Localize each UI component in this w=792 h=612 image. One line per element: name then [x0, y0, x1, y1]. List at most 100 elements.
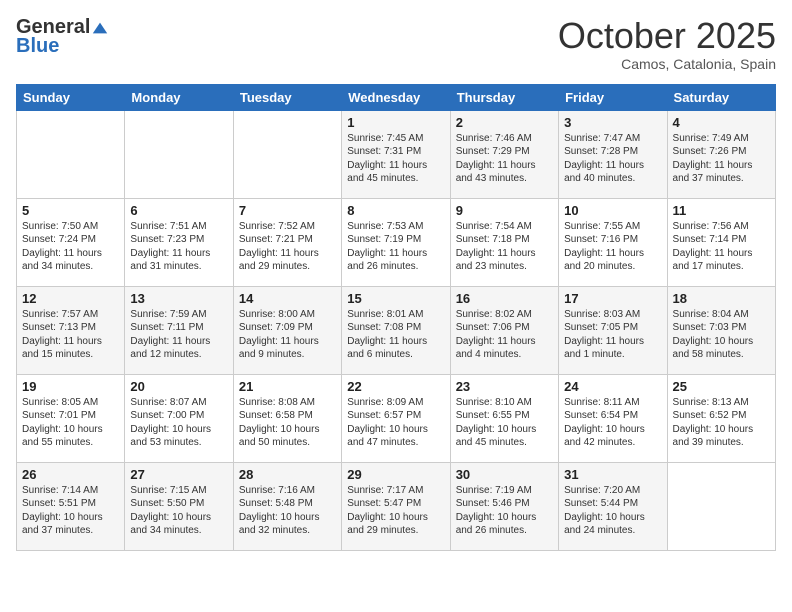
calendar-cell: 26 Sunrise: 7:14 AM Sunset: 5:51 PM Dayli… [17, 462, 125, 550]
day-number: 5 [22, 203, 119, 218]
calendar-cell [17, 110, 125, 198]
location: Camos, Catalonia, Spain [558, 56, 776, 72]
calendar-cell [667, 462, 775, 550]
day-info: Sunrise: 7:57 AM Sunset: 7:13 PM Dayligh… [22, 308, 119, 362]
calendar-week-3: 12 Sunrise: 7:57 AM Sunset: 7:13 PM Dayli… [17, 286, 776, 374]
header-tuesday: Tuesday [233, 84, 341, 110]
day-number: 11 [673, 203, 770, 218]
calendar-cell: 9 Sunrise: 7:54 AM Sunset: 7:18 PM Daylig… [450, 198, 558, 286]
day-info: Sunrise: 8:04 AM Sunset: 7:03 PM Dayligh… [673, 308, 770, 362]
calendar-week-5: 26 Sunrise: 7:14 AM Sunset: 5:51 PM Dayli… [17, 462, 776, 550]
calendar-cell: 22 Sunrise: 8:09 AM Sunset: 6:57 PM Dayli… [342, 374, 450, 462]
day-number: 10 [564, 203, 661, 218]
calendar-cell: 15Sunrise: 8:01 AM Sunset: 7:08 PM Dayli… [342, 286, 450, 374]
day-info: Sunrise: 8:13 AM Sunset: 6:52 PM Dayligh… [673, 396, 770, 450]
day-info: Sunrise: 7:19 AM Sunset: 5:46 PM Dayligh… [456, 484, 553, 538]
calendar-cell: 17 Sunrise: 8:03 AM Sunset: 7:05 PM Dayli… [559, 286, 667, 374]
day-info: Sunrise: 7:49 AM Sunset: 7:26 PM Dayligh… [673, 132, 770, 186]
day-info: Sunrise: 7:46 AM Sunset: 7:29 PM Dayligh… [456, 132, 553, 186]
calendar-cell: 19Sunrise: 8:05 AM Sunset: 7:01 PM Dayli… [17, 374, 125, 462]
calendar-cell: 11 Sunrise: 7:56 AM Sunset: 7:14 PM Dayli… [667, 198, 775, 286]
day-info: Sunrise: 7:45 AM Sunset: 7:31 PM Dayligh… [347, 132, 444, 186]
day-info: Sunrise: 7:17 AM Sunset: 5:47 PM Dayligh… [347, 484, 444, 538]
logo-icon [91, 19, 109, 37]
calendar-cell: 4 Sunrise: 7:49 AM Sunset: 7:26 PM Daylig… [667, 110, 775, 198]
day-number: 22 [347, 379, 444, 394]
day-info: Sunrise: 7:51 AM Sunset: 7:23 PM Dayligh… [130, 220, 227, 274]
day-info: Sunrise: 7:16 AM Sunset: 5:48 PM Dayligh… [239, 484, 336, 538]
day-info: Sunrise: 8:10 AM Sunset: 6:55 PM Dayligh… [456, 396, 553, 450]
day-info: Sunrise: 8:11 AM Sunset: 6:54 PM Dayligh… [564, 396, 661, 450]
calendar-cell: 6 Sunrise: 7:51 AM Sunset: 7:23 PM Daylig… [125, 198, 233, 286]
day-info: Sunrise: 7:59 AM Sunset: 7:11 PM Dayligh… [130, 308, 227, 362]
calendar-cell: 29 Sunrise: 7:17 AM Sunset: 5:47 PM Dayli… [342, 462, 450, 550]
day-info: Sunrise: 7:14 AM Sunset: 5:51 PM Dayligh… [22, 484, 119, 538]
day-number: 24 [564, 379, 661, 394]
calendar-table: SundayMondayTuesdayWednesdayThursdayFrid… [16, 84, 776, 551]
header-friday: Friday [559, 84, 667, 110]
day-number: 16 [456, 291, 553, 306]
calendar-cell: 16 Sunrise: 8:02 AM Sunset: 7:06 PM Dayli… [450, 286, 558, 374]
header-wednesday: Wednesday [342, 84, 450, 110]
day-info: Sunrise: 7:20 AM Sunset: 5:44 PM Dayligh… [564, 484, 661, 538]
day-number: 27 [130, 467, 227, 482]
day-number: 19 [22, 379, 119, 394]
logo-blue-text: Blue [16, 35, 59, 57]
calendar-cell: 14 Sunrise: 8:00 AM Sunset: 7:09 PM Dayli… [233, 286, 341, 374]
calendar-cell: 13 Sunrise: 7:59 AM Sunset: 7:11 PM Dayli… [125, 286, 233, 374]
day-number: 13 [130, 291, 227, 306]
calendar-cell: 30 Sunrise: 7:19 AM Sunset: 5:46 PM Dayli… [450, 462, 558, 550]
calendar-cell: 10 Sunrise: 7:55 AM Sunset: 7:16 PM Dayli… [559, 198, 667, 286]
day-number: 9 [456, 203, 553, 218]
day-number: 6 [130, 203, 227, 218]
day-number: 31 [564, 467, 661, 482]
calendar-cell: 8Sunrise: 7:53 AM Sunset: 7:19 PM Daylig… [342, 198, 450, 286]
day-number: 14 [239, 291, 336, 306]
day-info: Sunrise: 8:09 AM Sunset: 6:57 PM Dayligh… [347, 396, 444, 450]
calendar-cell: 12 Sunrise: 7:57 AM Sunset: 7:13 PM Dayli… [17, 286, 125, 374]
calendar-cell: 1Sunrise: 7:45 AM Sunset: 7:31 PM Daylig… [342, 110, 450, 198]
day-number: 29 [347, 467, 444, 482]
calendar-cell: 23 Sunrise: 8:10 AM Sunset: 6:55 PM Dayli… [450, 374, 558, 462]
day-info: Sunrise: 7:54 AM Sunset: 7:18 PM Dayligh… [456, 220, 553, 274]
day-number: 12 [22, 291, 119, 306]
day-number: 23 [456, 379, 553, 394]
day-number: 21 [239, 379, 336, 394]
calendar-week-4: 19Sunrise: 8:05 AM Sunset: 7:01 PM Dayli… [17, 374, 776, 462]
calendar-cell: 27 Sunrise: 7:15 AM Sunset: 5:50 PM Dayli… [125, 462, 233, 550]
day-info: Sunrise: 8:08 AM Sunset: 6:58 PM Dayligh… [239, 396, 336, 450]
calendar-cell: 31 Sunrise: 7:20 AM Sunset: 5:44 PM Dayli… [559, 462, 667, 550]
day-info: Sunrise: 8:03 AM Sunset: 7:05 PM Dayligh… [564, 308, 661, 362]
day-number: 28 [239, 467, 336, 482]
day-number: 7 [239, 203, 336, 218]
day-info: Sunrise: 7:50 AM Sunset: 7:24 PM Dayligh… [22, 220, 119, 274]
calendar-cell: 3Sunrise: 7:47 AM Sunset: 7:28 PM Daylig… [559, 110, 667, 198]
calendar-cell: 28 Sunrise: 7:16 AM Sunset: 5:48 PM Dayli… [233, 462, 341, 550]
day-info: Sunrise: 7:15 AM Sunset: 5:50 PM Dayligh… [130, 484, 227, 538]
header-saturday: Saturday [667, 84, 775, 110]
day-info: Sunrise: 8:00 AM Sunset: 7:09 PM Dayligh… [239, 308, 336, 362]
header-monday: Monday [125, 84, 233, 110]
calendar-cell: 18 Sunrise: 8:04 AM Sunset: 7:03 PM Dayli… [667, 286, 775, 374]
day-info: Sunrise: 8:02 AM Sunset: 7:06 PM Dayligh… [456, 308, 553, 362]
day-number: 17 [564, 291, 661, 306]
page-header: General Blue October 2025 Camos, Catalon… [16, 16, 776, 72]
title-block: October 2025 Camos, Catalonia, Spain [558, 16, 776, 72]
calendar-cell: 25Sunrise: 8:13 AM Sunset: 6:52 PM Dayli… [667, 374, 775, 462]
day-number: 3 [564, 115, 661, 130]
calendar-cell: 20Sunrise: 8:07 AM Sunset: 7:00 PM Dayli… [125, 374, 233, 462]
day-number: 2 [456, 115, 553, 130]
calendar-week-1: 1Sunrise: 7:45 AM Sunset: 7:31 PM Daylig… [17, 110, 776, 198]
calendar-week-2: 5 Sunrise: 7:50 AM Sunset: 7:24 PM Daylig… [17, 198, 776, 286]
day-number: 18 [673, 291, 770, 306]
day-info: Sunrise: 7:53 AM Sunset: 7:19 PM Dayligh… [347, 220, 444, 274]
calendar-cell [125, 110, 233, 198]
day-info: Sunrise: 7:56 AM Sunset: 7:14 PM Dayligh… [673, 220, 770, 274]
day-number: 15 [347, 291, 444, 306]
day-info: Sunrise: 7:55 AM Sunset: 7:16 PM Dayligh… [564, 220, 661, 274]
calendar-cell: 24 Sunrise: 8:11 AM Sunset: 6:54 PM Dayli… [559, 374, 667, 462]
month-title: October 2025 [558, 16, 776, 56]
day-number: 4 [673, 115, 770, 130]
day-number: 26 [22, 467, 119, 482]
day-number: 30 [456, 467, 553, 482]
